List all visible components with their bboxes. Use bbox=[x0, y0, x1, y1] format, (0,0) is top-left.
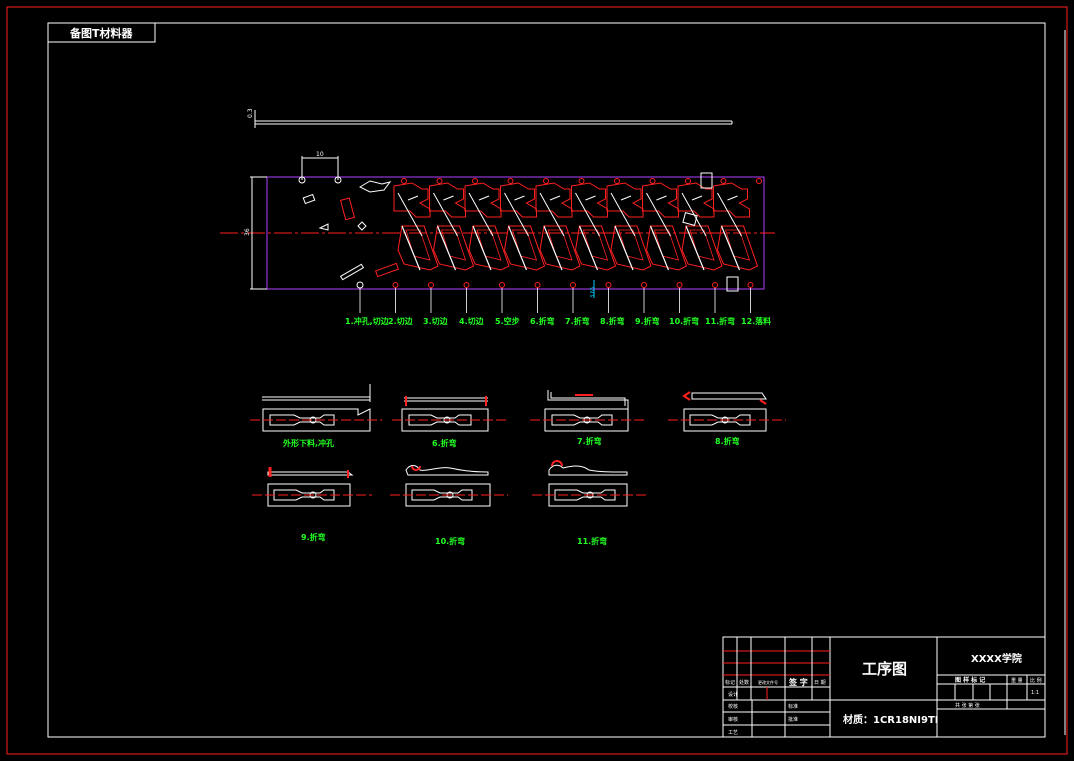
station-label: 10.折弯 bbox=[669, 316, 699, 326]
view-label: 7.折弯 bbox=[577, 436, 602, 446]
strip-part bbox=[677, 182, 723, 271]
strip-part bbox=[606, 182, 652, 271]
strip-part bbox=[500, 182, 546, 271]
station-label: 5.空步 bbox=[495, 316, 520, 326]
feed-dim: 3.65 bbox=[590, 287, 596, 298]
tb-row-label: 处数 bbox=[739, 679, 749, 686]
station-marker bbox=[570, 282, 576, 313]
view-bend-8: 8.折弯 bbox=[668, 391, 786, 446]
strip-parts bbox=[393, 182, 759, 271]
pitch-dim: 10 bbox=[316, 151, 324, 158]
tb-scale-header: 比 例 bbox=[1030, 677, 1042, 684]
view-label: 外形下料,冲孔 bbox=[283, 438, 334, 448]
station-marker bbox=[641, 282, 647, 313]
station-label: 6.折弯 bbox=[530, 316, 555, 326]
pilot-hole bbox=[472, 178, 478, 184]
station-label: 2.切边 bbox=[388, 316, 414, 326]
view-blanking: 外形下料,冲孔 bbox=[250, 384, 382, 448]
tb-row-label: 更改文件号 bbox=[758, 679, 778, 685]
title-block: 工序图 XXXX学院 材质：1CR18NI9TI 签 字 日 期 图 样 标 记… bbox=[722, 636, 1046, 738]
inner-frame bbox=[47, 22, 1046, 738]
view-label: 9.折弯 bbox=[301, 532, 326, 542]
thickness-view: 0.3 bbox=[247, 108, 733, 128]
station-label: 4.切边 bbox=[459, 316, 485, 326]
station-marker bbox=[605, 282, 612, 313]
tb-row-label: 校核 bbox=[728, 703, 738, 710]
tb-sign-header: 签 字 bbox=[788, 677, 808, 687]
tb-row-label: 工艺 bbox=[728, 730, 738, 736]
tb-weight-header: 重 量 bbox=[1011, 677, 1023, 684]
station-marker bbox=[676, 282, 683, 313]
cad-drawing: 备图T材料器 0.3 36 10 3.65 1.冲孔,切边 2.切边 3.切边 … bbox=[6, 6, 1068, 755]
station-labels: 1.冲孔,切边 2.切边 3.切边 4.切边 5.空步 6.折弯 7.折弯 8.… bbox=[345, 316, 771, 326]
view-bend-7: 7.折弯 bbox=[530, 390, 646, 446]
station-marker bbox=[712, 282, 718, 313]
strip-part bbox=[713, 182, 759, 271]
view-label: 6.折弯 bbox=[432, 438, 457, 448]
strip-part bbox=[429, 182, 475, 271]
title-tab-text: 备图T材料器 bbox=[69, 26, 134, 40]
pilot-hole bbox=[685, 178, 691, 184]
tb-date-header: 日 期 bbox=[814, 680, 826, 686]
tb-row-label: 标准 bbox=[788, 703, 798, 710]
strip-part bbox=[642, 182, 688, 271]
strip-part bbox=[535, 182, 581, 271]
pilot-hole bbox=[756, 178, 762, 184]
tb-scale-value: 1:1 bbox=[1031, 690, 1039, 696]
station-label: 9.折弯 bbox=[635, 316, 660, 326]
pilot-hole bbox=[401, 178, 407, 184]
tb-row-label: 设计 bbox=[728, 691, 738, 698]
view-bend-6: 6.折弯 bbox=[392, 396, 506, 448]
view-label: 8.折弯 bbox=[715, 436, 740, 446]
station-marks bbox=[359, 178, 762, 313]
thickness-dim: 0.3 bbox=[247, 108, 254, 118]
tb-stage-header: 图 样 标 记 bbox=[955, 676, 985, 684]
strip-part bbox=[464, 182, 510, 271]
pilot-hole bbox=[649, 178, 656, 184]
station-label: 12.落料 bbox=[741, 316, 771, 326]
tb-sheet-info: 共 张 第 张 bbox=[955, 702, 980, 709]
station-marker bbox=[499, 282, 505, 313]
pilot-hole bbox=[436, 178, 443, 184]
width-dim: 36 bbox=[244, 228, 251, 236]
tb-row-label: 审核 bbox=[728, 716, 738, 723]
view-label: 11.折弯 bbox=[577, 536, 607, 546]
station-label: 8.折弯 bbox=[600, 316, 625, 326]
outer-frame bbox=[6, 6, 1068, 755]
pilot-hole bbox=[543, 178, 549, 184]
pilot-hole bbox=[578, 178, 585, 184]
drawing-title: 工序图 bbox=[862, 660, 907, 678]
station-marker bbox=[747, 282, 754, 313]
tb-row-label: 批准 bbox=[788, 716, 798, 723]
pilot-hole bbox=[720, 178, 727, 184]
station-label: 3.切边 bbox=[423, 316, 449, 326]
strip-part bbox=[571, 182, 617, 271]
strip-part bbox=[393, 182, 439, 271]
station-label: 11.折弯 bbox=[705, 316, 735, 326]
station-label: 7.折弯 bbox=[565, 316, 590, 326]
pilot-hole bbox=[507, 178, 514, 184]
view-bend-9: 9.折弯 bbox=[252, 467, 372, 542]
school-name: XXXX学院 bbox=[971, 652, 1022, 665]
station-label: 1.冲孔,切边 bbox=[345, 316, 390, 326]
material-text: 材质：1CR18NI9TI bbox=[843, 713, 939, 726]
station-marker bbox=[534, 282, 541, 313]
view-label: 10.折弯 bbox=[435, 536, 465, 546]
view-bend-10: 10.折弯 bbox=[390, 465, 508, 546]
strip-layout: 36 10 3.65 bbox=[220, 151, 775, 313]
station-marker bbox=[428, 282, 434, 313]
pilot-hole bbox=[614, 178, 620, 184]
station-marker bbox=[463, 282, 470, 313]
station-marker bbox=[392, 282, 399, 313]
view-bend-11: 11.折弯 bbox=[532, 460, 648, 546]
tb-row-label: 标记 bbox=[725, 679, 735, 686]
